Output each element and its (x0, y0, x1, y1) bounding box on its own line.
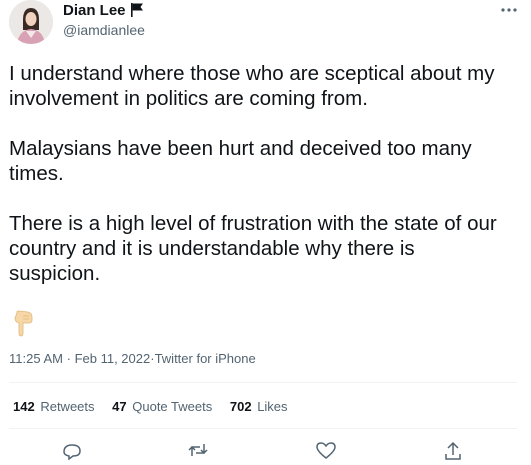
tweet-paragraph-2: Malaysians have been hurt and deceived t… (9, 136, 519, 186)
divider (9, 382, 517, 383)
quotes-label: Quote Tweets (132, 399, 213, 414)
action-bar (0, 440, 531, 461)
tweet-paragraph-1: I understand where those who are sceptic… (9, 61, 519, 111)
display-name-text: Dian Lee (63, 2, 126, 19)
tweet-card: Dian Lee @iamdianlee I understand where … (0, 0, 531, 461)
heart-icon (316, 442, 336, 459)
tweet-meta: 11:25 AM · Feb 11, 2022·Twitter for iPho… (9, 351, 256, 366)
divider (9, 428, 517, 429)
avatar-photo-icon (9, 0, 53, 44)
user-handle[interactable]: @iamdianlee (63, 22, 145, 38)
share-icon (445, 441, 461, 460)
engagement-stats: 142 Retweets 47 Quote Tweets 702 Likes (13, 399, 302, 414)
more-dots-icon (501, 8, 517, 12)
tweet-date[interactable]: Feb 11, 2022 (75, 351, 151, 366)
quote-tweets-stat[interactable]: 47 Quote Tweets (112, 399, 212, 414)
avatar[interactable] (9, 0, 53, 44)
quotes-count: 47 (112, 399, 127, 414)
likes-label: Likes (257, 399, 288, 414)
tweet-line: times. (9, 162, 64, 185)
tweet-paragraph-3: There is a high level of frustration wit… (9, 211, 519, 286)
share-button[interactable] (441, 440, 465, 460)
retweet-button[interactable] (186, 440, 210, 460)
tweet-line: Malaysians have been hurt and deceived t… (9, 137, 472, 160)
tweet-line: involvement in politics are coming from. (9, 87, 368, 110)
black-flag-icon (130, 2, 144, 21)
retweets-stat[interactable]: 142 Retweets (13, 399, 95, 414)
retweets-count: 142 (13, 399, 35, 414)
pointing-down-hand-icon (11, 310, 35, 338)
tweet-line: suspicion. (9, 262, 101, 285)
display-name[interactable]: Dian Lee (63, 2, 144, 21)
more-options-button[interactable] (499, 2, 519, 18)
tweet-line: country and it is understandable why the… (9, 237, 415, 260)
reply-button[interactable] (60, 440, 84, 461)
likes-stat[interactable]: 702 Likes (230, 399, 288, 414)
reply-icon (63, 444, 81, 461)
tweet-time[interactable]: 11:25 AM (9, 351, 63, 366)
retweets-label: Retweets (40, 399, 95, 414)
tweet-line: There is a high level of frustration wit… (9, 212, 497, 235)
tweet-source[interactable]: Twitter for iPhone (155, 351, 256, 366)
like-button[interactable] (314, 440, 338, 460)
tweet-line: I understand where those who are sceptic… (9, 62, 495, 85)
retweet-icon (188, 444, 208, 456)
meta-separator: · (66, 351, 71, 366)
likes-count: 702 (229, 399, 252, 414)
tweet-body: I understand where those who are sceptic… (9, 61, 519, 311)
